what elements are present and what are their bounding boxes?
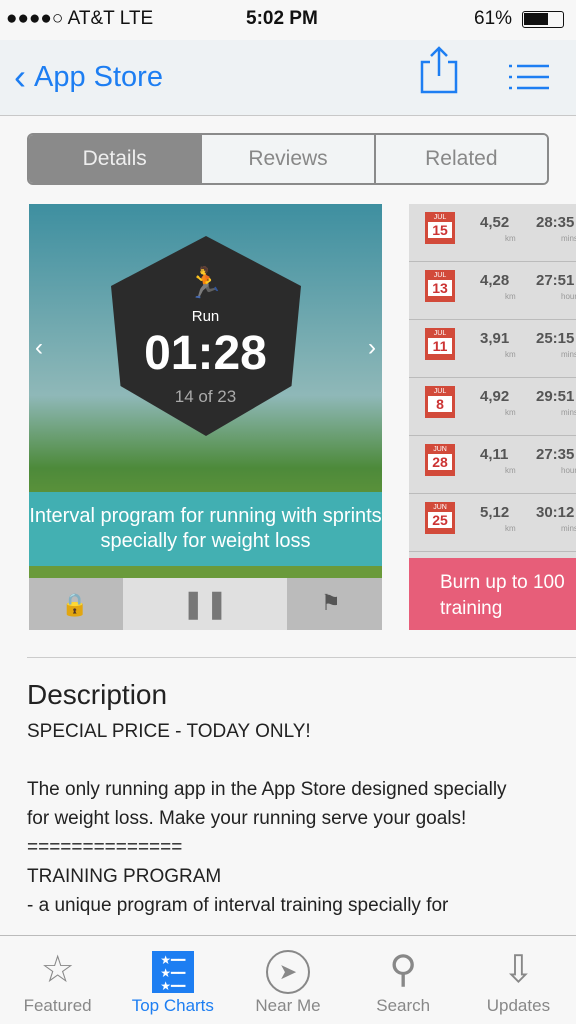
chevron-right-icon: › xyxy=(368,334,376,361)
duration: 30:12 xyxy=(536,504,575,521)
caption: Burn up to 100 training xyxy=(409,558,576,630)
back-button[interactable]: ‹ App Store xyxy=(14,56,163,98)
duration-unit: mins xyxy=(561,350,576,359)
duration-unit: hours xyxy=(561,466,576,475)
screenshot-2[interactable]: JUL15 4,52 km 28:35 mins JUL13 4,28 km 27:51 hour… xyxy=(409,204,576,630)
description-title: Description xyxy=(27,679,168,710)
duration: 28:35 xyxy=(536,214,575,231)
caption: Interval program for running with sprint… xyxy=(29,492,382,566)
distance: 4,11 xyxy=(480,446,509,463)
tab-updates[interactable]: ⇩ Updates xyxy=(461,936,576,1024)
duration: 29:51 xyxy=(536,388,575,405)
carrier: ●●●●○ AT&T LTE xyxy=(6,8,154,29)
tab-label: Near Me xyxy=(255,996,321,1015)
duration: 27:35 xyxy=(536,446,575,463)
description-line: ============== xyxy=(27,837,183,858)
distance-unit: km xyxy=(505,524,516,533)
lock-icon: 🔒 xyxy=(61,592,89,617)
calendar-icon: JUL 15 xyxy=(425,212,455,244)
duration: 27:51 xyxy=(536,272,575,289)
duration: 25:15 xyxy=(536,330,575,347)
status-bar: ●●●●○ AT&T LTE 5:02 PM 61% xyxy=(0,0,576,40)
flag-icon: ⚑ xyxy=(321,590,341,615)
calendar-icon: JUL 11 xyxy=(425,328,455,360)
tab-top-charts[interactable]: ★━━ ★━━ ★━━ Top Charts xyxy=(115,936,230,1024)
tab-details[interactable]: Details xyxy=(29,135,203,183)
duration-unit: mins xyxy=(561,524,576,533)
pause-icon: ❚❚ xyxy=(123,578,287,630)
description-line xyxy=(27,746,527,775)
description-line: The only running app in the App Store de… xyxy=(27,779,507,829)
search-icon: ⚲ xyxy=(389,949,418,991)
download-icon: ⇩ xyxy=(502,949,535,991)
tab-label: Search xyxy=(376,996,431,1015)
tab-label: Top Charts xyxy=(131,996,214,1015)
description-line: - a unique program of interval training … xyxy=(27,895,449,916)
distance-unit: km xyxy=(505,292,516,301)
nav-bar: ‹ App Store xyxy=(0,40,576,116)
divider xyxy=(27,657,576,658)
clock: 5:02 PM xyxy=(246,8,318,29)
battery-icon xyxy=(522,11,564,28)
calendar-icon: JUN 28 xyxy=(425,444,455,476)
runner-icon: 🏃 xyxy=(186,267,225,300)
chevron-left-icon: ‹ xyxy=(35,334,43,361)
duration-unit: mins xyxy=(561,408,576,417)
run-row: JUN 25 5,12 km 30:12 mins xyxy=(409,494,576,552)
distance: 4,28 xyxy=(480,272,510,289)
run-row: JUL 8 4,92 km 29:51 mins xyxy=(409,378,576,436)
battery-percent: 61% xyxy=(474,8,513,29)
share-icon[interactable] xyxy=(420,44,458,94)
tab-label: Updates xyxy=(486,996,551,1015)
distance-unit: km xyxy=(505,350,516,359)
distance: 5,12 xyxy=(480,504,510,521)
distance: 3,91 xyxy=(480,330,510,347)
back-label: App Store xyxy=(34,60,163,93)
distance-unit: km xyxy=(505,408,516,417)
distance: 4,52 xyxy=(480,214,510,231)
run-row: JUL 15 4,52 km 28:35 mins xyxy=(409,204,576,262)
segmented-control: Details Reviews Related xyxy=(27,133,549,185)
calendar-icon: JUL 8 xyxy=(425,386,455,418)
list-icon: ★━━ ★━━ ★━━ xyxy=(115,944,230,996)
tab-label: Featured xyxy=(23,996,92,1015)
tab-bar: ☆ Featured ★━━ ★━━ ★━━ Top Charts ➤ Near Me ⚲… xyxy=(0,935,576,1024)
calendar-icon: JUN 25 xyxy=(425,502,455,534)
tab-featured[interactable]: ☆ Featured xyxy=(0,936,115,1024)
run-row: JUN28 4,11 km 27:35 hours xyxy=(409,436,576,494)
duration-unit: mins xyxy=(561,234,576,243)
chevron-left-icon: ‹ xyxy=(14,56,26,97)
distance-unit: km xyxy=(505,466,516,475)
description-section: Description SPECIAL PRICE - TODAY ONLY! … xyxy=(27,680,527,920)
control-bar: 🔒 ❚❚ ⚑ xyxy=(29,578,382,630)
tab-near-me[interactable]: ➤ Near Me xyxy=(230,936,345,1024)
distance: 4,92 xyxy=(480,388,510,405)
duration-unit: hours xyxy=(561,292,576,301)
timer: 01:28 xyxy=(144,327,267,380)
description-line: SPECIAL PRICE - TODAY ONLY! xyxy=(27,721,311,742)
screenshot-1[interactable]: 🏃 Run 01:28 14 of 23 ‹ › Interval progra… xyxy=(29,204,382,630)
interval-progress: 14 of 23 xyxy=(174,387,237,406)
tab-reviews[interactable]: Reviews xyxy=(202,135,376,183)
tab-related[interactable]: Related xyxy=(375,135,547,183)
calendar-icon: JUL 13 xyxy=(425,270,455,302)
list-icon[interactable] xyxy=(508,64,550,90)
distance-unit: km xyxy=(505,234,516,243)
description-line: TRAINING PROGRAM xyxy=(27,866,222,887)
activity-label: Run xyxy=(191,308,220,325)
tab-search[interactable]: ⚲ Search xyxy=(346,936,461,1024)
run-row: JUL 11 3,91 km 25:15 mins xyxy=(409,320,576,378)
star-icon: ☆ xyxy=(40,949,75,991)
run-row: JUL13 4,28 km 27:51 hours xyxy=(409,262,576,320)
location-icon: ➤ xyxy=(230,944,345,996)
